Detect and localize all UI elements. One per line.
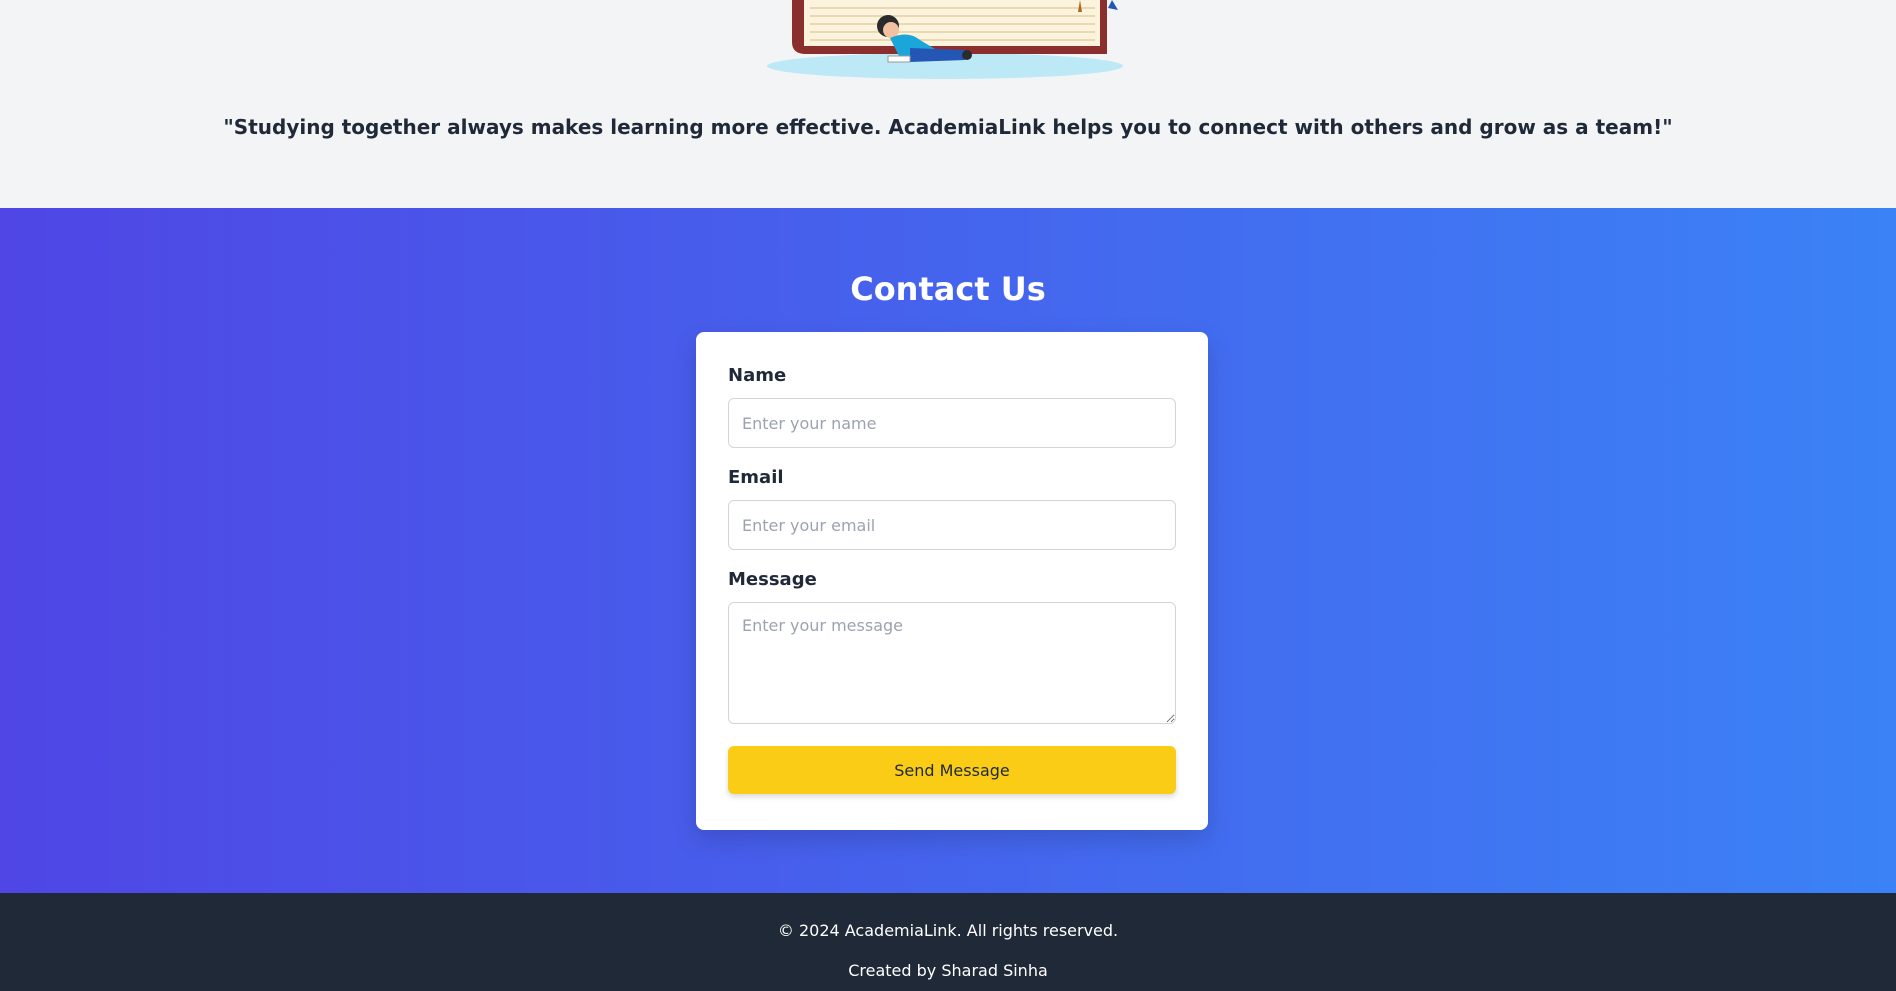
send-message-button[interactable]: Send Message (728, 746, 1176, 794)
email-label: Email (728, 467, 784, 488)
credit-text: Created by Sharad Sinha (848, 961, 1048, 980)
message-textarea[interactable] (728, 602, 1176, 724)
contact-section: Contact Us Name Email Message Send Messa… (0, 208, 1896, 893)
name-label: Name (728, 365, 787, 386)
message-label: Message (728, 569, 817, 590)
copyright-text: © 2024 AcademiaLink. All rights reserved… (777, 921, 1119, 940)
page-footer: © 2024 AcademiaLink. All rights reserved… (0, 893, 1896, 991)
contact-title: Contact Us (850, 270, 1046, 308)
hero-section: "Studying together always makes learning… (0, 0, 1896, 208)
contact-form: Name Email Message Send Message (696, 332, 1208, 830)
email-input[interactable] (728, 500, 1176, 550)
study-illustration (767, 0, 1123, 79)
testimonial-quote: "Studying together always makes learning… (223, 115, 1673, 139)
name-input[interactable] (728, 398, 1176, 448)
